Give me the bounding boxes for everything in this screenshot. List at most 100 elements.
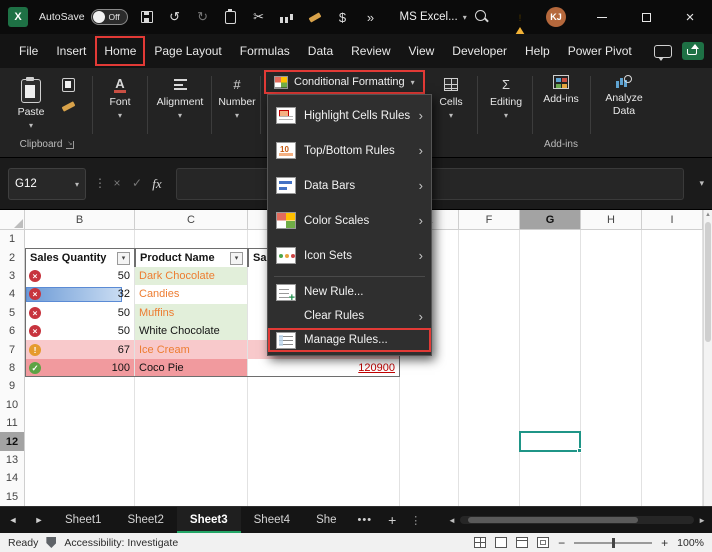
cell-C6[interactable]: White Chocolate — [135, 322, 248, 341]
redo-icon[interactable]: ↻ — [195, 9, 211, 25]
row-header-10[interactable]: 10 — [0, 396, 25, 415]
cell-I3[interactable] — [642, 267, 703, 286]
cell-H10[interactable] — [581, 396, 642, 415]
cancel-icon[interactable]: × — [108, 176, 126, 190]
cell-B9[interactable] — [25, 377, 135, 396]
cell-B1[interactable] — [25, 230, 135, 249]
cell-B6[interactable]: ×50 — [25, 322, 135, 341]
cell-C10[interactable] — [135, 396, 248, 415]
cell-C11[interactable] — [135, 414, 248, 433]
accessibility-status[interactable]: Accessibility: Investigate — [64, 537, 178, 549]
vertical-scrollbar-thumb[interactable] — [705, 222, 711, 342]
cell-G9[interactable] — [520, 377, 581, 396]
cell-F5[interactable] — [459, 304, 520, 323]
cell-C2[interactable]: Product Name▾ — [135, 248, 248, 267]
cell-G5[interactable] — [520, 304, 581, 323]
row-header-15[interactable]: 15 — [0, 488, 25, 506]
maximize-button[interactable] — [624, 0, 668, 34]
cell-F8[interactable] — [459, 359, 520, 378]
cell-H4[interactable] — [581, 285, 642, 304]
sheet-tab-sheet4[interactable]: Sheet4 — [241, 507, 303, 533]
cell-F13[interactable] — [459, 451, 520, 470]
row-header-11[interactable]: 11 — [0, 414, 25, 433]
addins-button[interactable]: Add-ins — [538, 75, 584, 105]
column-header-G[interactable]: G — [520, 210, 581, 230]
cf-menu-item-highlight-cells-rules[interactable]: Highlight Cells Rules› — [268, 98, 431, 133]
cell-D13[interactable] — [248, 451, 400, 470]
cell-H3[interactable] — [581, 267, 642, 286]
cell-C1[interactable] — [135, 230, 248, 249]
cell-F9[interactable] — [459, 377, 520, 396]
row-header-13[interactable]: 13 — [0, 451, 25, 470]
menu-tab-home[interactable]: Home — [95, 36, 145, 66]
resize-dots-icon[interactable]: ⋮ — [94, 176, 106, 190]
cf-menu-item-new-rule[interactable]: New Rule... — [268, 280, 431, 304]
sheet-tab-sheet3[interactable]: Sheet3 — [177, 507, 241, 533]
cell-D11[interactable] — [248, 414, 400, 433]
cell-G4[interactable] — [520, 285, 581, 304]
cf-menu-item-color-scales[interactable]: Color Scales› — [268, 203, 431, 238]
cell-I2[interactable] — [642, 248, 703, 267]
cell-F15[interactable] — [459, 488, 520, 506]
share-icon[interactable] — [682, 42, 704, 60]
cell-B13[interactable] — [25, 451, 135, 470]
zoom-level[interactable]: 100% — [677, 537, 704, 549]
row-header-14[interactable]: 14 — [0, 469, 25, 488]
cell-G14[interactable] — [520, 469, 581, 488]
cell-H2[interactable] — [581, 248, 642, 267]
search-icon[interactable] — [474, 9, 490, 25]
autosave-control[interactable]: AutoSave Off — [39, 9, 128, 25]
menu-tab-file[interactable]: File — [10, 36, 47, 66]
cell-B7[interactable]: !67 — [25, 340, 135, 359]
cell-D14[interactable] — [248, 469, 400, 488]
cell-H13[interactable] — [581, 451, 642, 470]
scroll-right-icon[interactable]: ► — [698, 516, 706, 525]
cell-B10[interactable] — [25, 396, 135, 415]
cell-F7[interactable] — [459, 340, 520, 359]
cell-F12[interactable] — [459, 432, 520, 451]
display-settings-icon[interactable] — [474, 537, 486, 548]
cell-I13[interactable] — [642, 451, 703, 470]
alignment-group-collapsed[interactable]: Alignment ▾ — [150, 76, 210, 120]
select-all-corner[interactable] — [0, 210, 25, 230]
zoom-slider[interactable] — [574, 542, 652, 544]
cell-C4[interactable]: Candies — [135, 285, 248, 304]
row-header-1[interactable]: 1 — [0, 230, 25, 249]
column-header-C[interactable]: C — [135, 210, 248, 230]
menu-tab-developer[interactable]: Developer — [443, 36, 516, 66]
cell-I5[interactable] — [642, 304, 703, 323]
sheet-tab-she[interactable]: She — [303, 507, 349, 533]
scroll-left-icon[interactable]: ◄ — [448, 516, 456, 525]
horizontal-scrollbar-track[interactable] — [460, 516, 694, 524]
cell-I9[interactable] — [642, 377, 703, 396]
filter-button[interactable]: ▾ — [230, 252, 243, 265]
cell-I1[interactable] — [642, 230, 703, 249]
cell-B4[interactable]: ×32 — [25, 285, 135, 304]
row-header-2[interactable]: 2 — [0, 248, 25, 267]
zoom-slider-thumb[interactable] — [612, 538, 615, 548]
chart-icon[interactable] — [279, 9, 295, 25]
row-header-5[interactable]: 5 — [0, 304, 25, 323]
undo-icon[interactable]: ↺ — [167, 9, 183, 25]
cell-I8[interactable] — [642, 359, 703, 378]
menu-tab-view[interactable]: View — [400, 36, 444, 66]
cell-B5[interactable]: ×50 — [25, 304, 135, 323]
normal-view-icon[interactable] — [495, 537, 507, 548]
row-header-4[interactable]: 4 — [0, 285, 25, 304]
cell-C3[interactable]: Dark Chocolate — [135, 267, 248, 286]
menu-tab-insert[interactable]: Insert — [47, 36, 95, 66]
format-painter-icon[interactable] — [62, 101, 76, 112]
menu-tab-data[interactable]: Data — [299, 36, 342, 66]
cell-G10[interactable] — [520, 396, 581, 415]
cell-E15[interactable] — [400, 488, 459, 506]
cell-I12[interactable] — [642, 432, 703, 451]
active-cell-G12[interactable] — [519, 431, 581, 451]
autosave-toggle[interactable]: Off — [91, 9, 128, 25]
cf-menu-item-manage-rules[interactable]: Manage Rules... — [268, 328, 431, 352]
currency-icon[interactable]: $ — [335, 9, 351, 25]
cell-F6[interactable] — [459, 322, 520, 341]
page-break-preview-icon[interactable] — [537, 537, 549, 548]
cell-H7[interactable] — [581, 340, 642, 359]
cell-I7[interactable] — [642, 340, 703, 359]
row-header-9[interactable]: 9 — [0, 377, 25, 396]
